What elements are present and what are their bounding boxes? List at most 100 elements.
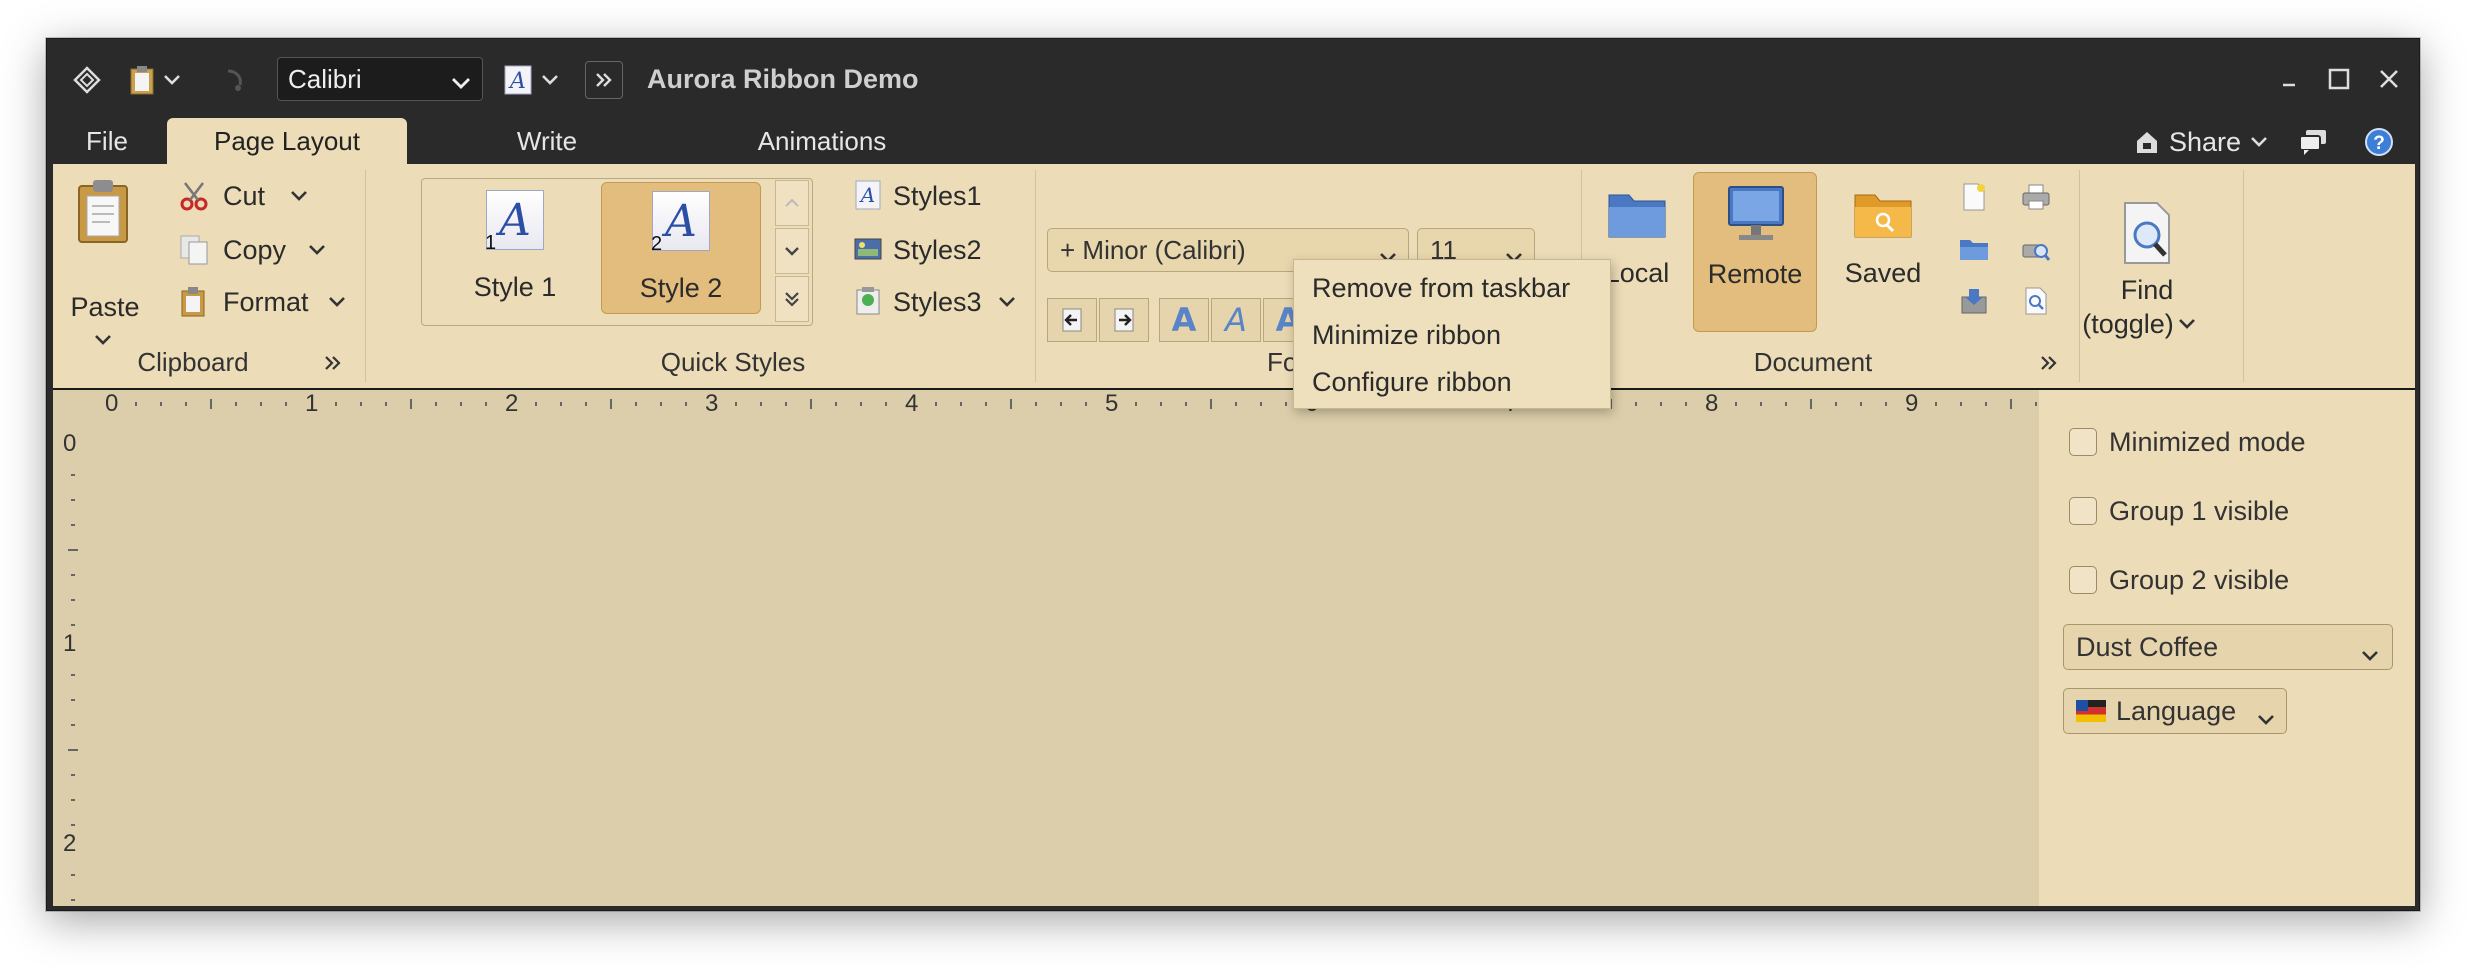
save-icon[interactable] — [1957, 284, 1991, 318]
menu-item-minimize-ribbon[interactable]: Minimize ribbon — [1312, 313, 1501, 357]
style-1-number: 1 — [485, 232, 497, 254]
format-painter-icon[interactable] — [177, 284, 211, 320]
paste-icon[interactable] — [73, 176, 133, 246]
group-separator — [2243, 170, 2244, 382]
group-2-visible-checkbox[interactable]: Group 2 visible — [2069, 560, 2289, 600]
remote-button[interactable]: Remote — [1693, 172, 1817, 332]
chevron-down-icon[interactable] — [537, 61, 563, 99]
app-menu-icon[interactable] — [67, 61, 107, 99]
ruler-number: 2 — [63, 830, 77, 857]
styles1-button[interactable]: Styles1 — [893, 178, 982, 214]
remote-computer-icon — [1722, 179, 1790, 249]
chevron-down-icon — [2256, 703, 2276, 734]
chevron-down-icon[interactable] — [2175, 314, 2199, 334]
find-button[interactable]: Find — [2085, 272, 2209, 308]
skin-select[interactable]: Dust Coffee — [2063, 624, 2393, 670]
cut-button[interactable]: Cut — [223, 178, 265, 214]
tab-animations[interactable]: Animations — [707, 118, 937, 164]
increase-indent-icon[interactable] — [1099, 298, 1149, 342]
ruler-number: 0 — [105, 390, 119, 417]
style-2-button[interactable]: A2 Style 2 — [601, 182, 761, 314]
gallery-scroll-up[interactable] — [775, 180, 809, 226]
tab-write[interactable]: Write — [487, 118, 607, 164]
font-family-value: Calibri — [288, 63, 362, 94]
font-glyph: A — [1171, 301, 1197, 339]
style-2-number: 2 — [651, 233, 663, 255]
style-glyph: A — [499, 194, 531, 246]
chevron-down-icon[interactable] — [287, 186, 311, 206]
ruler-number: 0 — [63, 430, 77, 457]
ruler-number: 4 — [905, 390, 919, 417]
help-icon[interactable]: ? — [2361, 124, 2397, 160]
ribbon-tabs: File Page Layout Write Animations Share … — [47, 114, 2419, 164]
styles3-icon — [853, 284, 883, 318]
minimized-mode-checkbox[interactable]: Minimized mode — [2069, 422, 2306, 462]
font-family-combo[interactable]: Calibri — [277, 57, 483, 101]
share-label: Share — [2168, 126, 2241, 157]
font-family-value: + Minor (Calibri) — [1060, 234, 1246, 265]
chevron-down-icon — [450, 68, 472, 99]
svg-text:?: ? — [2373, 133, 2385, 154]
comments-icon[interactable] — [2295, 124, 2331, 160]
decrease-indent-icon[interactable] — [1047, 298, 1097, 342]
quick-styles-group-caption: Quick Styles — [660, 346, 806, 377]
menu-item-remove-from-taskbar[interactable]: Remove from taskbar — [1312, 266, 1570, 310]
gallery-expand[interactable] — [775, 276, 809, 322]
checkbox-box[interactable] — [2069, 566, 2097, 594]
search-document-icon[interactable] — [2019, 284, 2053, 318]
style-icon: A1 — [485, 190, 544, 254]
language-label: Language — [2116, 695, 2237, 726]
options-panel: Minimized mode Group 1 visible Group 2 v… — [2039, 390, 2415, 906]
font-italic-icon[interactable]: A — [1211, 298, 1261, 342]
copy-icon[interactable] — [177, 232, 211, 268]
gallery-scroll-down[interactable] — [775, 228, 809, 274]
undo-icon[interactable] — [219, 61, 249, 99]
styles1-icon: A — [853, 178, 883, 212]
open-folder-icon[interactable] — [1957, 232, 1991, 266]
share-button[interactable]: Share — [2133, 124, 2269, 160]
chevron-down-icon[interactable] — [305, 240, 329, 260]
checkbox-box[interactable] — [2069, 497, 2097, 525]
svg-text:A: A — [859, 183, 875, 207]
font-bold-icon[interactable]: A — [1159, 298, 1209, 342]
checkbox-label: Group 2 visible — [2109, 564, 2290, 595]
tab-page-layout[interactable]: Page Layout — [167, 118, 407, 164]
close-icon[interactable] — [2369, 59, 2409, 99]
paste-button[interactable]: Paste — [65, 292, 145, 323]
chevron-down-icon[interactable] — [995, 292, 1019, 312]
chevron-down-icon[interactable] — [325, 292, 349, 312]
ruler-number: 8 — [1705, 390, 1719, 417]
copy-button[interactable]: Copy — [223, 232, 286, 268]
styles3-button[interactable]: Styles3 — [893, 284, 982, 320]
dialog-launcher-icon[interactable] — [321, 352, 345, 374]
horizontal-ruler: 0123456789 — [93, 390, 2039, 422]
print-preview-icon[interactable] — [2019, 232, 2053, 266]
checkbox-box[interactable] — [2069, 428, 2097, 456]
ruler-number: 1 — [63, 630, 77, 657]
overflow-button[interactable] — [585, 61, 623, 99]
scissors-icon[interactable] — [177, 178, 211, 214]
saved-label: Saved — [1844, 258, 1922, 288]
styles2-button[interactable]: Styles2 — [893, 232, 982, 268]
format-button[interactable]: Format — [223, 284, 309, 320]
ribbon: Paste Cut Copy Format Clipboard A 1 Styl… — [53, 164, 2415, 390]
dialog-launcher-icon[interactable] — [2037, 352, 2061, 374]
maximize-icon[interactable] — [2319, 59, 2359, 99]
group-separator — [2079, 170, 2080, 382]
font-style-icon[interactable]: A — [501, 61, 535, 99]
skin-value: Dust Coffee — [2076, 631, 2219, 662]
chevron-down-icon[interactable] — [159, 61, 185, 99]
find-icon[interactable] — [2085, 198, 2209, 268]
group-1-visible-checkbox[interactable]: Group 1 visible — [2069, 491, 2289, 531]
menu-item-configure-ribbon[interactable]: Configure ribbon — [1312, 360, 1512, 404]
ruler-number: 3 — [705, 390, 719, 417]
language-select[interactable]: Language — [2063, 688, 2287, 734]
document-canvas[interactable]: 0123456789 012 — [53, 390, 2039, 906]
minimize-icon[interactable] — [2269, 59, 2309, 99]
print-icon[interactable] — [2019, 180, 2053, 214]
style-1-button[interactable]: A1 Style 1 — [435, 182, 595, 314]
saved-button[interactable]: Saved — [1821, 172, 1945, 332]
clipboard-icon[interactable] — [125, 61, 159, 99]
new-document-icon[interactable] — [1957, 180, 1991, 214]
tab-file[interactable]: File — [65, 118, 149, 164]
